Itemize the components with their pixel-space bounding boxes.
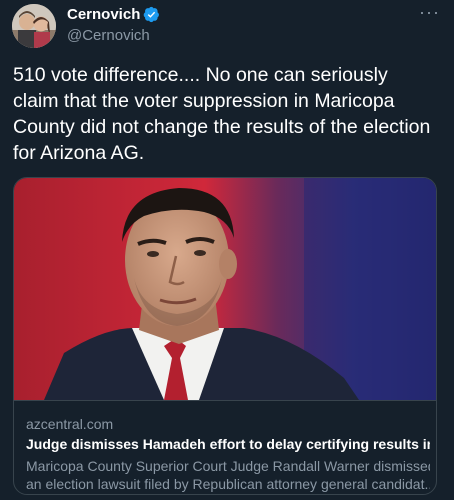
avatar[interactable] — [12, 4, 56, 48]
card-meta[interactable]: azcentral.com Judge dismisses Hamadeh ef… — [14, 400, 436, 492]
avatar-photo — [12, 4, 56, 48]
card-photo — [14, 178, 436, 400]
card-description-line-2: an election lawsuit filed by Republican … — [26, 476, 430, 492]
card-image[interactable] — [14, 178, 436, 400]
card-description-line-1: Maricopa County Superior Court Judge Ran… — [26, 458, 430, 474]
author-name-row[interactable]: Cernovich — [67, 6, 160, 23]
link-card[interactable]: azcentral.com Judge dismisses Hamadeh ef… — [13, 177, 437, 495]
card-title[interactable]: Judge dismisses Hamadeh effort to delay … — [26, 436, 430, 452]
tweet: Cernovich @Cernovich ··· 510 vote differ… — [0, 0, 454, 500]
card-description: Maricopa County Superior Court Judge Ran… — [26, 457, 430, 493]
author-name[interactable]: Cernovich — [67, 6, 140, 23]
author-handle[interactable]: @Cernovich — [67, 27, 150, 44]
card-domain: azcentral.com — [26, 416, 114, 432]
verified-badge-icon — [144, 6, 160, 23]
tweet-text: 510 vote difference.... No one can serio… — [13, 64, 431, 164]
more-options-icon[interactable]: ··· — [419, 2, 440, 23]
